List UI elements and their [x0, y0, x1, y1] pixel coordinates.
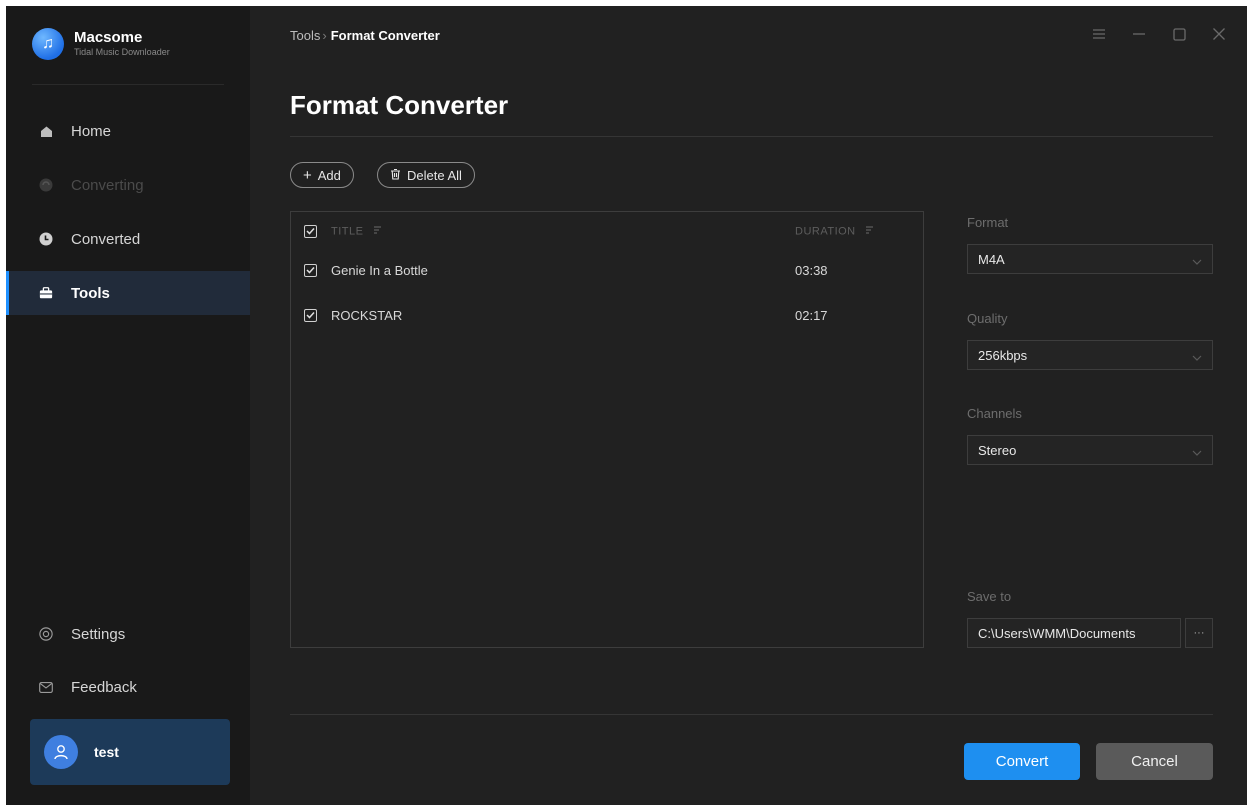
add-button[interactable]: + Add — [290, 162, 354, 188]
sidebar-item-tools[interactable]: Tools — [6, 271, 250, 315]
sidebar-item-label: Converted — [71, 230, 141, 248]
breadcrumb: Tools › Format Converter — [290, 28, 440, 43]
chevron-down-icon — [1192, 350, 1202, 365]
trash-icon — [390, 168, 401, 183]
add-button-label: Add — [317, 167, 341, 183]
brand-divider — [32, 84, 224, 85]
page-title: Format Converter — [290, 90, 509, 120]
row-checkbox[interactable] — [304, 308, 317, 322]
toolbox-icon — [39, 286, 53, 300]
chevron-down-icon — [1192, 254, 1202, 269]
user-icon — [44, 735, 78, 769]
app-name: Macsome — [74, 29, 143, 46]
table-row[interactable]: ROCKSTAR 02:17 — [291, 304, 923, 326]
sidebar-item-home[interactable]: Home — [6, 109, 250, 153]
title-divider — [290, 136, 1213, 137]
cancel-button[interactable]: Cancel — [1096, 743, 1213, 780]
save-path-field[interactable]: C:\Users\WMM\Documents — [967, 618, 1181, 648]
chevron-down-icon — [1192, 445, 1202, 460]
select-all-checkbox[interactable] — [304, 224, 317, 238]
track-title: Genie In a Bottle — [331, 262, 428, 278]
list-header: TITLE DURATION — [291, 220, 923, 242]
sidebar-item-converted[interactable]: Converted — [6, 217, 250, 261]
format-value: M4A — [978, 251, 1005, 267]
gear-icon — [39, 627, 53, 641]
convert-button[interactable]: Convert — [964, 743, 1080, 780]
quality-select[interactable]: 256kbps — [967, 340, 1213, 370]
converting-icon — [39, 178, 53, 192]
delete-all-button[interactable]: Delete All — [377, 162, 475, 188]
menu-icon[interactable] — [1091, 26, 1107, 42]
plus-icon: + — [303, 166, 312, 184]
user-name: test — [94, 744, 119, 760]
row-checkbox[interactable] — [304, 263, 317, 277]
brand: ♫ Macsome Tidal Music Downloader — [32, 28, 170, 60]
minimize-icon[interactable] — [1131, 26, 1147, 42]
user-card[interactable]: test — [30, 719, 230, 785]
channels-select[interactable]: Stereo — [967, 435, 1213, 465]
sidebar-item-converting[interactable]: Converting — [6, 163, 250, 207]
track-list: TITLE DURATION Genie In a Bottle 03:38 R… — [290, 211, 924, 648]
browse-button[interactable]: ··· — [1185, 618, 1213, 648]
column-header-title[interactable]: TITLE — [331, 225, 382, 238]
sidebar-item-label: Tools — [71, 284, 110, 302]
home-icon — [39, 124, 53, 138]
format-select[interactable]: M4A — [967, 244, 1213, 274]
main-content: Tools › Format Converter Format Converte… — [250, 6, 1247, 805]
window-controls — [1091, 26, 1227, 42]
track-duration: 03:38 — [795, 262, 828, 278]
track-title: ROCKSTAR — [331, 307, 403, 323]
bottom-divider — [290, 714, 1213, 715]
sidebar-item-label: Feedback — [71, 678, 137, 696]
delete-all-button-label: Delete All — [407, 167, 462, 183]
close-icon[interactable] — [1211, 26, 1227, 42]
breadcrumb-separator: › — [322, 28, 327, 43]
save-to-label: Save to — [967, 589, 1012, 604]
track-duration: 02:17 — [795, 307, 828, 323]
column-header-duration[interactable]: DURATION — [795, 225, 874, 238]
sidebar-item-label: Converting — [71, 176, 144, 194]
quality-value: 256kbps — [978, 347, 1028, 363]
app-window: ♫ Macsome Tidal Music Downloader Home Co… — [6, 6, 1247, 805]
clock-icon — [39, 232, 53, 246]
mail-icon — [39, 680, 53, 694]
sort-icon[interactable] — [373, 225, 382, 238]
format-label: Format — [967, 215, 1009, 230]
channels-value: Stereo — [978, 442, 1017, 458]
quality-label: Quality — [967, 311, 1008, 326]
breadcrumb-current: Format Converter — [330, 28, 440, 43]
maximize-icon[interactable] — [1171, 26, 1187, 42]
sort-icon[interactable] — [865, 225, 874, 238]
breadcrumb-parent[interactable]: Tools — [290, 28, 320, 43]
channels-label: Channels — [967, 406, 1022, 421]
sidebar-item-settings[interactable]: Settings — [6, 612, 250, 656]
app-subtitle: Tidal Music Downloader — [74, 47, 170, 57]
app-logo-icon: ♫ — [32, 28, 64, 60]
sidebar-item-label: Settings — [71, 625, 126, 643]
sidebar-item-label: Home — [71, 122, 112, 140]
sidebar-item-feedback[interactable]: Feedback — [6, 665, 250, 709]
table-row[interactable]: Genie In a Bottle 03:38 — [291, 259, 923, 281]
sidebar: ♫ Macsome Tidal Music Downloader Home Co… — [6, 6, 250, 805]
